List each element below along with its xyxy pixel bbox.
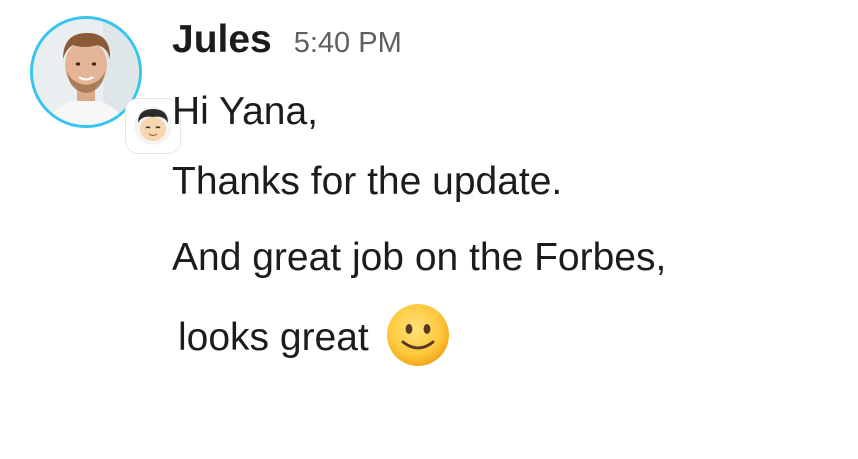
avatar-group[interactable] [30, 16, 180, 153]
message-line: Hi Yana, [172, 90, 318, 133]
avatar-photo-icon [33, 19, 139, 125]
message-line: And great job on the Forbes, [172, 236, 667, 279]
message-header: Jules 5:40 PM [172, 18, 402, 68]
message-line: looks great [178, 316, 369, 359]
message-line: Thanks for the update. [172, 160, 563, 203]
message-line-with-emoji: looks great [178, 304, 451, 368]
sender-name[interactable]: Jules [172, 18, 272, 62]
slightly-smiling-face-icon [385, 302, 451, 368]
chat-message: Jules 5:40 PM Hi Yana, Thanks for the up… [0, 0, 858, 459]
message-timestamp[interactable]: 5:40 PM [294, 27, 402, 60]
